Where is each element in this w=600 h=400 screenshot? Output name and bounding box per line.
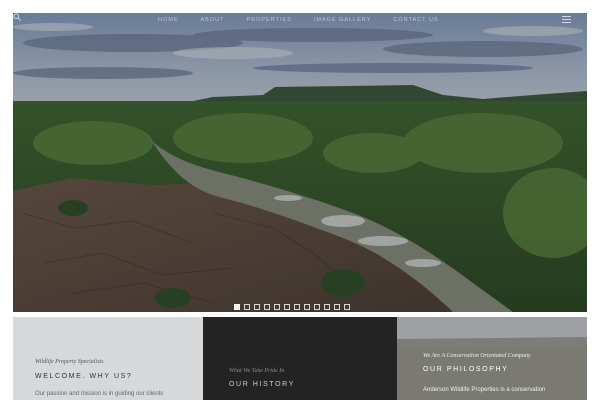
welcome-title: Welcome. Why Us? <box>35 373 133 380</box>
nav-item-image-gallery[interactable]: Image Gallery <box>314 13 372 27</box>
philosophy-title: Our Philosophy <box>423 366 509 373</box>
slider-dot[interactable] <box>264 304 270 310</box>
slider-dot[interactable] <box>344 304 350 310</box>
slider-dot[interactable] <box>314 304 320 310</box>
slider-pagination <box>234 304 354 310</box>
hamburger-menu-icon[interactable] <box>562 16 571 24</box>
philosophy-kicker: We Are A Conservation Orientated Company <box>423 353 531 359</box>
welcome-kicker: Wildlife Property Specialists <box>35 359 104 365</box>
slider-dot[interactable] <box>244 304 250 310</box>
history-title: Our History <box>229 381 295 388</box>
nav-item-properties[interactable]: Properties <box>246 13 291 27</box>
slider-dot[interactable] <box>254 304 260 310</box>
slider-dot[interactable] <box>324 304 330 310</box>
slider-dot[interactable] <box>234 304 240 310</box>
slider-dot[interactable] <box>334 304 340 310</box>
slider-dot[interactable] <box>294 304 300 310</box>
slider-dot[interactable] <box>284 304 290 310</box>
philosophy-body: Anderson Wildlife Properties is a conser… <box>423 387 546 393</box>
history-kicker: What We Take Pride In <box>229 368 285 374</box>
philosophy-panel[interactable]: We Are A Conservation Orientated Company… <box>397 317 587 400</box>
slider-dot[interactable] <box>304 304 310 310</box>
history-panel[interactable]: What We Take Pride In Our History <box>203 317 397 400</box>
top-navigation: Home About Properties Image Gallery Cont… <box>13 13 587 27</box>
nav-menu: Home About Properties Image Gallery Cont… <box>158 13 461 27</box>
search-icon[interactable] <box>13 13 21 21</box>
slider-dot[interactable] <box>274 304 280 310</box>
welcome-panel[interactable]: Wildlife Property Specialists Welcome. W… <box>13 317 203 400</box>
hero-slider[interactable]: Home About Properties Image Gallery Cont… <box>13 13 587 312</box>
nav-item-about[interactable]: About <box>201 13 225 27</box>
nav-item-contact-us[interactable]: Contact Us <box>393 13 438 27</box>
hero-overlay <box>13 13 587 312</box>
nav-item-home[interactable]: Home <box>158 13 179 27</box>
welcome-body: Our passion and mission is in guiding ou… <box>35 391 164 397</box>
page: Home About Properties Image Gallery Cont… <box>0 0 600 400</box>
